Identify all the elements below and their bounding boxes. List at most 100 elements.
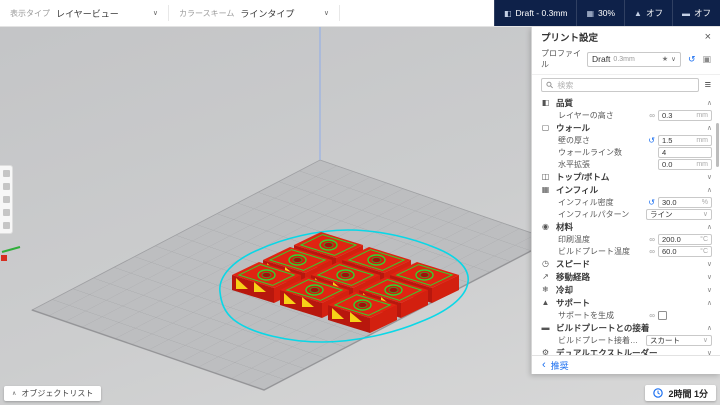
setting-value-input[interactable]: 30.0% bbox=[658, 196, 712, 208]
cura-app: 表示タイプ レイヤービュー ∨ カラースキーム ラインタイプ ∨ ◧ Draft… bbox=[0, 0, 720, 405]
top-bottom-icon: ◫ bbox=[541, 172, 550, 181]
setting-label: サポートを生成 bbox=[558, 310, 614, 320]
category-label: デュアルエクストルーダー bbox=[556, 347, 658, 356]
print-settings-panel: プリント設定 × プロファイル Draft 0.3mm ★ ∨ ↺ ▣ ≡ bbox=[531, 27, 720, 374]
setting-select[interactable]: ライン ∨ bbox=[646, 208, 712, 220]
speed-icon: ◷ bbox=[542, 259, 549, 268]
chevron-down-icon: ∨ bbox=[152, 10, 158, 17]
setting-value-input[interactable]: 4 bbox=[658, 146, 712, 158]
view-type-label: 表示タイプ bbox=[10, 8, 50, 18]
per-model-settings-icon[interactable] bbox=[2, 222, 10, 229]
setting-label: ウォールライン数 bbox=[558, 147, 622, 157]
category-quality[interactable]: ◧ 品質 ∧ bbox=[532, 96, 720, 109]
quality-icon: ◧ bbox=[541, 98, 550, 107]
chevron-down-icon: ∨ bbox=[323, 10, 329, 17]
support-icon: ▲ bbox=[541, 298, 550, 307]
scale-tool-icon[interactable] bbox=[2, 183, 10, 190]
setting-select[interactable]: スカート ∨ bbox=[646, 334, 712, 346]
chevron-up-icon: ∧ bbox=[706, 124, 712, 132]
summary-profile-text: Draft - 0.3mm bbox=[515, 8, 568, 18]
travel-icon: ↗ bbox=[542, 272, 549, 281]
chevron-down-icon: ∨ bbox=[671, 56, 676, 63]
setting-row: 壁の厚さ ↺ 1.5 mm bbox=[532, 134, 720, 146]
chevron-down-icon: ∨ bbox=[706, 286, 712, 294]
view-type-dropdown[interactable]: 表示タイプ レイヤービュー ∨ bbox=[0, 0, 168, 26]
chevron-up-icon: ∧ bbox=[706, 299, 712, 307]
category-cooling[interactable]: ❄ 冷却 ∨ bbox=[532, 283, 720, 296]
move-tool-icon[interactable] bbox=[2, 170, 10, 177]
chevron-up-icon: ∧ bbox=[706, 223, 712, 231]
setting-value-input[interactable]: 60.0 °C bbox=[658, 245, 712, 257]
material-icon: ◉ bbox=[542, 222, 549, 231]
category-infill[interactable]: ▦ インフィル ∧ bbox=[532, 183, 720, 196]
category-walls[interactable]: ▢ ウォール ∧ bbox=[532, 121, 720, 134]
revert-icon[interactable]: ↺ bbox=[648, 198, 655, 207]
search-box[interactable] bbox=[541, 78, 699, 92]
print-time-text: 2時間 1分 bbox=[668, 388, 708, 399]
setting-row: 印刷温度 ∞ 200.0 °C bbox=[532, 233, 720, 245]
summary-adhesion[interactable]: ▬ オフ bbox=[671, 0, 720, 26]
revert-icon[interactable]: ↺ bbox=[648, 136, 655, 145]
chevron-down-icon: ∨ bbox=[706, 173, 712, 181]
setting-row: インフィル密度 ↺ 30.0% bbox=[532, 196, 720, 208]
setting-checkbox[interactable] bbox=[658, 310, 667, 320]
setting-label: 印刷温度 bbox=[558, 234, 590, 244]
panel-scrollbar[interactable] bbox=[716, 123, 719, 167]
category-support[interactable]: ▲ サポート ∧ bbox=[532, 296, 720, 309]
chevron-down-icon: ∨ bbox=[706, 273, 712, 281]
setting-value-input[interactable]: 0.3 mm bbox=[658, 109, 712, 121]
setting-row: インフィルパターン ライン ∨ bbox=[532, 208, 720, 220]
category-travel[interactable]: ↗ 移動経路 ∨ bbox=[532, 270, 720, 283]
panel-title: プリント設定 bbox=[541, 33, 599, 44]
summary-support[interactable]: ▲ オフ bbox=[624, 0, 672, 26]
setting-row: レイヤーの高さ ∞ 0.3 mm bbox=[532, 109, 720, 121]
color-scheme-label: カラースキーム bbox=[179, 8, 235, 18]
settings-list: ◧ 品質 ∧ レイヤーの高さ ∞ 0.3 mm ▢ ウォール ∧ 壁の厚さ ↺ 1.5 mm ウォールライン… bbox=[532, 96, 720, 355]
copy-profile-icon[interactable]: ▣ bbox=[702, 54, 711, 65]
link-icon: ∞ bbox=[649, 246, 655, 256]
object-list-toggle[interactable]: ∧ オブジェクトリスト bbox=[4, 386, 102, 401]
mirror-tool-icon[interactable] bbox=[2, 209, 10, 216]
search-input[interactable] bbox=[557, 80, 694, 90]
category-material[interactable]: ◉ 材料 ∧ bbox=[532, 220, 720, 233]
category-label: ビルドプレートとの接着 bbox=[556, 322, 650, 333]
setting-value-input[interactable]: 0.0 mm bbox=[658, 158, 712, 170]
cooling-icon: ❄ bbox=[542, 285, 549, 294]
layers-icon: ◧ bbox=[503, 8, 512, 18]
recommended-mode-button[interactable]: ‹ 推奨 bbox=[532, 355, 720, 374]
category-label: 材料 bbox=[556, 221, 574, 232]
recommended-label: 推奨 bbox=[550, 360, 569, 371]
setting-label: 水平拡張 bbox=[558, 159, 590, 169]
category-adhesion[interactable]: ▬ ビルドプレートとの接着 ∧ bbox=[532, 321, 720, 334]
setting-row: ビルドプレート接着タイプスカート∨ bbox=[532, 334, 720, 346]
color-scheme-value: ラインタイプ bbox=[240, 8, 295, 19]
walls-icon: ▢ bbox=[541, 123, 550, 132]
close-icon[interactable]: × bbox=[705, 31, 711, 43]
tool-strip bbox=[0, 165, 13, 234]
profile-value: Draft bbox=[592, 54, 611, 64]
infill-icon: ▦ bbox=[586, 8, 595, 18]
setting-value-input[interactable]: 1.5 mm bbox=[658, 134, 712, 146]
category-dual[interactable]: ⚙ デュアルエクストルーダー ∨ bbox=[532, 346, 720, 356]
category-topbottom[interactable]: ◫ トップ/ボトム ∨ bbox=[532, 170, 720, 183]
summary-support-text: オフ bbox=[645, 8, 663, 18]
setting-label: ビルドプレート温度 bbox=[558, 246, 630, 256]
settings-menu-icon[interactable]: ≡ bbox=[705, 79, 711, 91]
summary-profile[interactable]: ◧ Draft - 0.3mm bbox=[493, 0, 577, 26]
summary-infill[interactable]: ▦ 30% bbox=[576, 0, 624, 26]
print-settings-summary[interactable]: ◧ Draft - 0.3mm ▦ 30% ▲ オフ ▬ オフ bbox=[493, 0, 720, 26]
revert-profile-icon[interactable]: ↺ bbox=[688, 54, 696, 65]
link-icon: ∞ bbox=[649, 234, 655, 244]
chevron-up-icon: ∧ bbox=[706, 186, 712, 194]
summary-infill-text: 30% bbox=[598, 8, 616, 18]
color-scheme-dropdown[interactable]: カラースキーム ラインタイプ ∨ bbox=[169, 0, 339, 26]
setting-value-input[interactable]: 200.0 °C bbox=[658, 233, 712, 245]
object-list-label: オブジェクトリスト bbox=[21, 389, 94, 398]
setting-label: インフィルパターン bbox=[558, 209, 630, 219]
setting-row: サポートを生成 ∞ bbox=[532, 309, 720, 321]
infill-icon: ▦ bbox=[541, 185, 550, 194]
profile-dropdown[interactable]: Draft 0.3mm ★ ∨ bbox=[587, 51, 681, 67]
category-speed[interactable]: ◷ スピード ∨ bbox=[532, 257, 720, 270]
dual-extrusion-icon: ⚙ bbox=[541, 348, 550, 355]
rotate-tool-icon[interactable] bbox=[2, 196, 10, 203]
